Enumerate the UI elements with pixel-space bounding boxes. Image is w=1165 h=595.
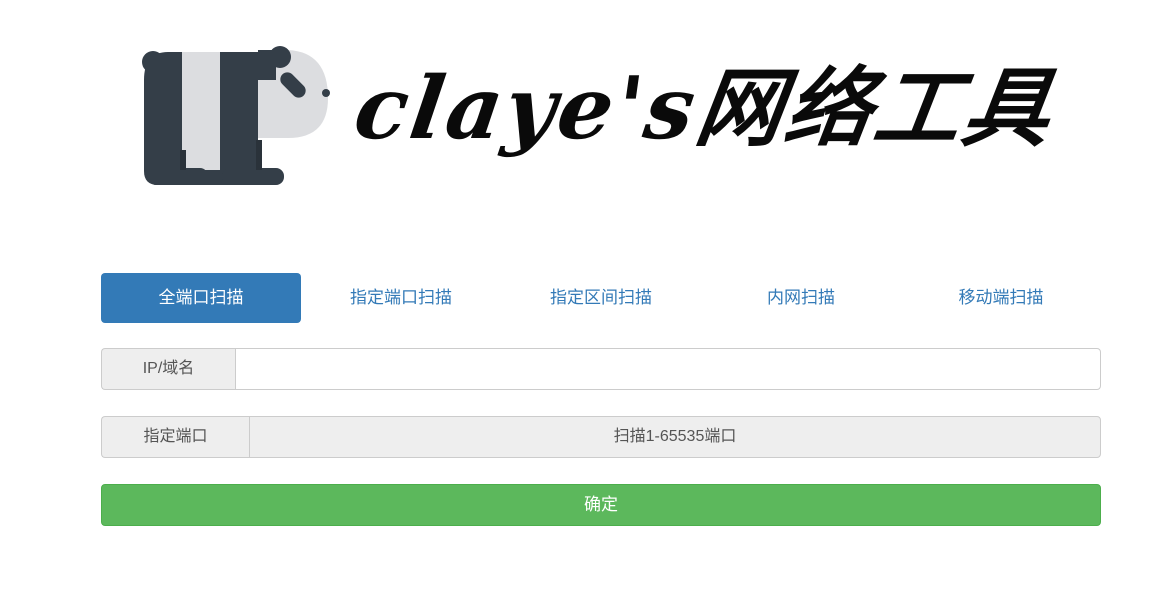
port-label: 指定端口 [101, 416, 249, 458]
logo: claye's网络工具 [138, 40, 1078, 190]
tab-intranet-scan[interactable]: 内网扫描 [701, 273, 901, 323]
port-field: 扫描1-65535端口 [249, 416, 1101, 458]
ip-label: IP/域名 [101, 348, 235, 390]
tab-specific-port-scan[interactable]: 指定端口扫描 [301, 273, 501, 323]
port-input-group: 指定端口 扫描1-65535端口 [101, 416, 1101, 458]
logo-title: claye's网络工具 [348, 58, 1061, 159]
panda-icon [142, 46, 330, 185]
tab-range-scan[interactable]: 指定区间扫描 [501, 273, 701, 323]
ip-domain-input[interactable] [235, 348, 1101, 390]
ip-input-group: IP/域名 [101, 348, 1101, 390]
scan-mode-tabs: 全端口扫描 指定端口扫描 指定区间扫描 内网扫描 移动端扫描 [101, 273, 1101, 323]
page: claye's网络工具 全端口扫描 指定端口扫描 指定区间扫描 内网扫描 移动端… [0, 0, 1165, 595]
tab-full-port-scan[interactable]: 全端口扫描 [101, 273, 301, 323]
confirm-button[interactable]: 确定 [101, 484, 1101, 526]
tab-mobile-scan[interactable]: 移动端扫描 [901, 273, 1101, 323]
